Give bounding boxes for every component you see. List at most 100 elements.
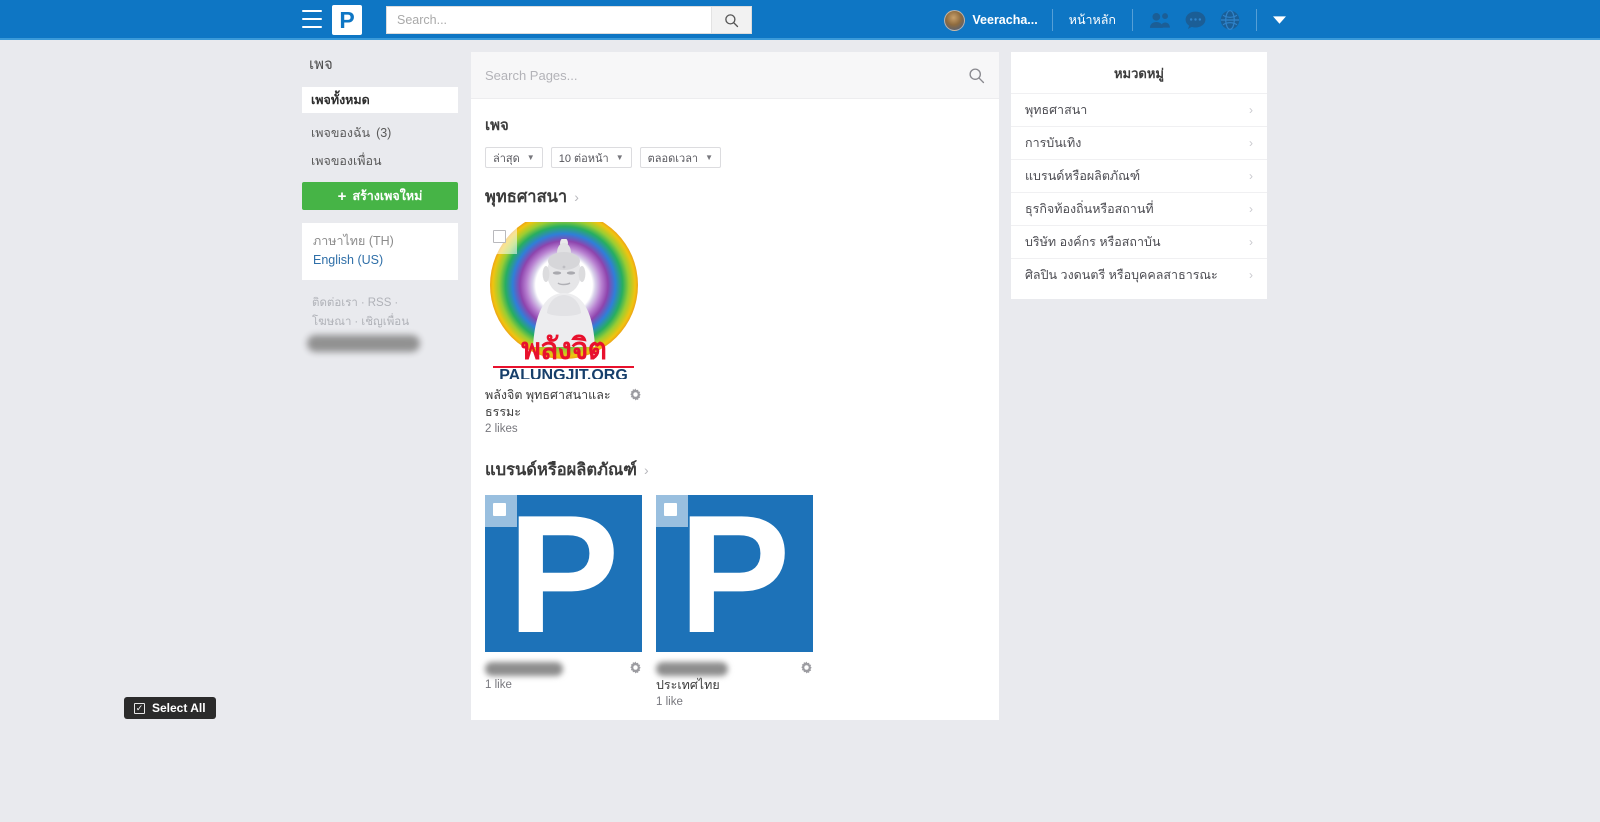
categories-title: หมวดหมู่	[1113, 66, 1165, 81]
page-likes: 2 likes	[485, 423, 518, 435]
nav-home-link[interactable]: หน้าหลัก	[1053, 10, 1132, 30]
page-name[interactable]	[485, 660, 620, 677]
page-name[interactable]: พลังจิต พุทธศาสนาและธรรมะ	[485, 387, 620, 421]
chevron-right-icon: ›	[1249, 136, 1253, 150]
pages-search-bar	[471, 52, 999, 99]
page-settings-gear-icon[interactable]	[629, 388, 642, 401]
page-card-row: P 1 like P ประเทศไทย 1 like	[485, 495, 985, 730]
thumbnail-brand-text: พลังจิต PALUNGJIT.ORG	[485, 335, 642, 379]
chevron-right-icon: ›	[574, 189, 579, 205]
category-label: แบรนด์หรือผลิตภัณฑ์	[1025, 169, 1141, 183]
buddha-statue-icon	[532, 239, 595, 347]
nav-right-cluster: Veeracha... หน้าหลัก	[944, 0, 1300, 40]
category-item-company[interactable]: บริษัท องค์กร หรือสถาบัน ›	[1011, 225, 1267, 258]
footer-link-contact[interactable]: ติดต่อเรา	[312, 297, 358, 309]
chevron-right-icon: ›	[1249, 268, 1253, 282]
footer-link-invite[interactable]: เชิญเพื่อน	[361, 316, 409, 328]
sidebar-item-my-pages[interactable]: เพจของฉัน (3)	[302, 119, 458, 147]
global-search-input[interactable]	[387, 7, 711, 33]
notifications-icon[interactable]	[1220, 10, 1240, 30]
section-header-brands[interactable]: แบรนด์หรือผลิตภัณฑ์ ›	[485, 457, 985, 495]
footer-links: ติดต่อเรา · RSS · โฆษณา · เชิญเพื่อน	[302, 294, 458, 352]
category-label: ศิลปิน วงดนตรี หรือบุคคลสาธารณะ	[1025, 268, 1218, 282]
chevron-down-icon[interactable]	[1257, 15, 1300, 25]
chevron-right-icon: ›	[1249, 169, 1253, 183]
category-item-buddhism[interactable]: พุทธศาสนา ›	[1011, 93, 1267, 126]
logo-letter: P	[507, 495, 620, 652]
filter-per-page[interactable]: 10 ต่อหน้า ▼	[550, 147, 632, 168]
page-thumbnail[interactable]: P	[485, 495, 642, 652]
footer-link-advertise[interactable]: โฆษณา	[312, 316, 351, 328]
friends-icon[interactable]	[1149, 12, 1171, 29]
hamburger-menu-icon[interactable]	[302, 10, 322, 28]
sidebar-item-friends-pages[interactable]: เพจของเพื่อน	[302, 147, 458, 175]
page-card-meta: ประเทศไทย 1 like	[656, 652, 813, 708]
user-name-label: Veeracha...	[972, 13, 1038, 27]
filter-sort-label: ล่าสุด	[493, 152, 520, 165]
logo-letter: P	[678, 495, 791, 652]
filter-per-page-label: 10 ต่อหน้า	[558, 152, 609, 165]
sidebar-item-count: (3)	[376, 126, 392, 140]
messages-icon[interactable]	[1185, 11, 1206, 29]
pages-search-button[interactable]	[968, 67, 985, 84]
page-settings-gear-icon[interactable]	[800, 661, 813, 674]
user-menu[interactable]: Veeracha...	[944, 9, 1051, 31]
page-likes: 1 like	[485, 679, 512, 691]
category-item-brands[interactable]: แบรนด์หรือผลิตภัณฑ์ ›	[1011, 159, 1267, 192]
left-sidebar: เพจ เพจทั้งหมด เพจของฉัน (3) เพจของเพื่อ…	[302, 52, 458, 352]
pages-search-input[interactable]	[485, 67, 968, 83]
footer-separator: ·	[354, 316, 359, 328]
top-navigation-bar: P Veeracha... หน้าหลัก	[0, 0, 1600, 40]
chevron-right-icon: ›	[1249, 202, 1253, 216]
create-page-button[interactable]: + สร้างเพจใหม่	[302, 182, 458, 210]
categories-sidebar: หมวดหมู่ พุทธศาสนา › การบันเทิง › แบรนด์…	[1011, 52, 1267, 299]
create-page-label: สร้างเพจใหม่	[352, 189, 423, 203]
sidebar-item-label: เพจของเพื่อน	[311, 154, 382, 168]
filter-sort[interactable]: ล่าสุด ▼	[485, 147, 543, 168]
avatar	[944, 9, 966, 31]
sidebar-title: เพจ	[309, 56, 333, 73]
chevron-right-icon: ›	[644, 462, 649, 478]
plus-icon: +	[337, 187, 347, 205]
category-item-local-business[interactable]: ธุรกิจท้องถิ่นหรือสถานที่ ›	[1011, 192, 1267, 225]
page-settings-gear-icon[interactable]	[629, 661, 642, 674]
redacted-footer-content	[307, 335, 420, 352]
category-item-public-figure[interactable]: ศิลปิน วงดนตรี หรือบุคคลสาธารณะ ›	[1011, 258, 1267, 291]
nav-icon-group	[1133, 10, 1256, 30]
language-option-thai[interactable]: ภาษาไทย (TH)	[313, 232, 447, 251]
page-name[interactable]: ประเทศไทย	[656, 660, 791, 694]
redacted-page-name	[485, 661, 563, 676]
sidebar-item-all-pages[interactable]: เพจทั้งหมด	[302, 87, 458, 113]
filter-time-range-label: ตลอดเวลา	[647, 152, 699, 165]
language-option-english[interactable]: English (US)	[313, 251, 447, 270]
page-select-checkbox[interactable]	[656, 495, 688, 527]
redacted-page-name	[656, 661, 728, 676]
section-header-buddhism[interactable]: พุทธศาสนา ›	[485, 184, 985, 222]
page-select-checkbox[interactable]	[485, 495, 517, 527]
footer-separator: ·	[360, 297, 365, 309]
checkbox-checked-icon: ✓	[134, 702, 145, 714]
page-card-meta: พลังจิต พุทธศาสนาและธรรมะ 2 likes	[485, 379, 642, 435]
checkbox-icon	[664, 503, 677, 516]
select-all-button[interactable]: ✓ Select All	[124, 697, 216, 719]
sidebar-item-label: เพจทั้งหมด	[311, 93, 370, 107]
filter-bar: ล่าสุด ▼ 10 ต่อหน้า ▼ ตลอดเวลา ▼	[485, 147, 985, 184]
category-label: พุทธศาสนา	[1025, 103, 1088, 117]
page-name-visible: ประเทศไทย	[656, 678, 720, 692]
footer-link-rss[interactable]: RSS	[368, 297, 392, 309]
checkbox-icon	[493, 503, 506, 516]
page-select-checkbox[interactable]	[485, 222, 517, 254]
section-title: แบรนด์หรือผลิตภัณฑ์	[485, 461, 637, 479]
filter-time-range[interactable]: ตลอดเวลา ▼	[639, 147, 722, 168]
category-item-entertainment[interactable]: การบันเทิง ›	[1011, 126, 1267, 159]
site-logo[interactable]: P	[332, 5, 362, 35]
page-title: เพจ	[485, 117, 509, 134]
section-title: พุทธศาสนา	[485, 188, 568, 206]
checkbox-icon	[493, 230, 506, 243]
global-search	[386, 6, 752, 34]
sidebar-item-label: เพจของฉัน	[311, 126, 371, 140]
page-thumbnail[interactable]: P	[656, 495, 813, 652]
search-icon	[969, 67, 985, 83]
page-thumbnail[interactable]: พลังจิต PALUNGJIT.ORG	[485, 222, 642, 379]
search-submit-button[interactable]	[711, 7, 751, 33]
